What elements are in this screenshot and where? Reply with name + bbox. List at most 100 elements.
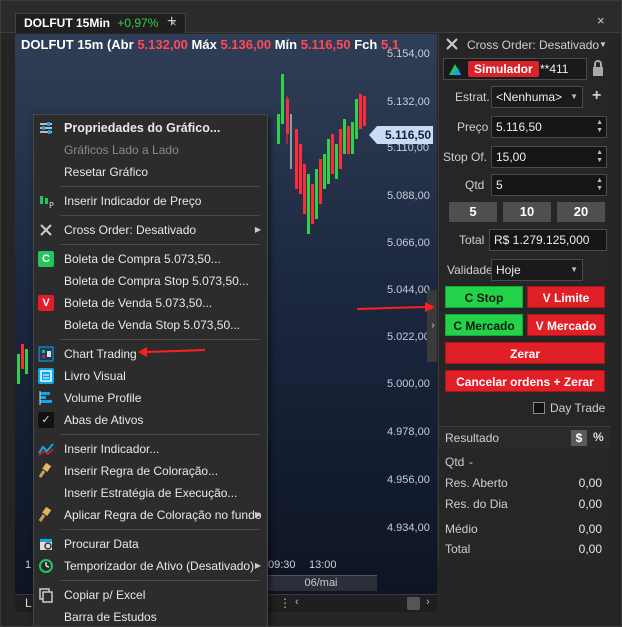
- account-id: **411: [540, 62, 569, 76]
- price-input[interactable]: 5.116,50 ▲ ▼: [491, 116, 607, 138]
- current-price-marker: 5.116,50: [369, 126, 433, 144]
- spinner-icon[interactable]: ▲ ▼: [596, 177, 603, 193]
- menu-item-sell-stop-ticket[interactable]: Boleta de Venda Stop 5.073,50...: [34, 314, 267, 336]
- quantity-input[interactable]: 5 ▲ ▼: [491, 174, 607, 196]
- chevron-down-icon[interactable]: ▼: [599, 40, 607, 49]
- chevron-left-icon[interactable]: ‹: [295, 596, 299, 608]
- menu-item-buy-stop-ticket[interactable]: Boleta de Compra Stop 5.073,50...: [34, 270, 267, 292]
- paint-bg-icon: [38, 506, 54, 523]
- timer-icon: [38, 558, 54, 574]
- candle: [323, 154, 326, 189]
- day-trade-checkbox[interactable]: [533, 402, 545, 414]
- cross-order-label: Cross Order: Desativado: [467, 38, 600, 52]
- price-label: 5.000,00: [387, 378, 430, 390]
- bottom-bar-label: L: [25, 596, 32, 610]
- paint-icon: [38, 462, 54, 479]
- total-label: Total: [459, 233, 485, 247]
- chevron-right-icon[interactable]: ›: [426, 596, 430, 608]
- menu-item-color-rule[interactable]: Inserir Regra de Coloração...: [34, 460, 267, 482]
- zerar-button[interactable]: Zerar: [445, 342, 605, 364]
- price-indicator-icon: P: [38, 193, 54, 210]
- res-aberto-label: Res. Aberto: [445, 476, 508, 490]
- menu-item-label: Boleta de Venda 5.073,50...: [64, 296, 213, 310]
- menu-separator: [60, 529, 260, 530]
- menu-item-label: Boleta de Venda Stop 5.073,50...: [64, 318, 241, 332]
- menu-item-label: Temporizador de Ativo (Desativado): [64, 559, 255, 573]
- medio-label: Médio: [445, 522, 478, 536]
- strategy-select[interactable]: <Nenhuma> ▼: [491, 86, 583, 108]
- candle: [286, 99, 289, 134]
- qtd-result-label: Qtd: [445, 455, 465, 469]
- candle: [355, 99, 358, 139]
- search-date-icon: [38, 536, 54, 552]
- menu-item-visual-book[interactable]: Livro Visual: [34, 365, 267, 387]
- context-menu: Propriedades do Gráfico... Gráficos Lado…: [33, 114, 268, 626]
- validity-select[interactable]: Hoje ▼: [491, 259, 583, 281]
- cancel-orders-zerar-button[interactable]: Cancelar ordens + Zerar: [445, 370, 605, 392]
- menu-item-search-date[interactable]: Procurar Data: [34, 533, 267, 555]
- menu-item-label: Barra de Estudos: [64, 610, 157, 624]
- more-dots-icon[interactable]: ⋮: [279, 596, 291, 610]
- v-mercado-button[interactable]: V Mercado: [527, 314, 605, 336]
- stop-offset-input[interactable]: 15,00 ▲ ▼: [491, 146, 607, 168]
- menu-item-cross-order[interactable]: Cross Order: Desativado ▶: [34, 219, 267, 241]
- qty-button-5[interactable]: 5: [449, 202, 497, 222]
- time-label: 1: [25, 559, 32, 571]
- menu-item-asset-timer[interactable]: Temporizador de Ativo (Desativado) ▶: [34, 555, 267, 577]
- percent-toggle[interactable]: %: [593, 430, 604, 444]
- lock-icon[interactable]: [591, 60, 605, 83]
- qtd-result-value: -: [469, 455, 473, 469]
- menu-item-copy-excel[interactable]: Copiar p/ Excel: [34, 584, 267, 606]
- menu-item-label: Volume Profile: [64, 391, 142, 405]
- qty-button-20[interactable]: 20: [557, 202, 605, 222]
- menu-item-buy-ticket[interactable]: C Boleta de Compra 5.073,50...: [34, 248, 267, 270]
- spinner-icon[interactable]: ▲ ▼: [596, 119, 603, 135]
- account-select[interactable]: Simulador **411: [443, 58, 587, 80]
- book-icon: [38, 368, 54, 384]
- candle: [311, 184, 314, 224]
- menu-item-insert-indicator[interactable]: Inserir Indicador...: [34, 438, 267, 460]
- tab-bar: DOLFUT 15Min +0,97% × + ×: [1, 1, 621, 33]
- v-limite-button[interactable]: V Limite: [527, 286, 605, 308]
- menu-item-label: Propriedades do Gráfico...: [64, 121, 221, 135]
- strategy-value: <Nenhuma>: [496, 90, 563, 104]
- add-strategy-icon[interactable]: +: [592, 87, 601, 105]
- chart-trading-icon: [38, 346, 54, 362]
- res-aberto-value: 0,00: [578, 476, 602, 490]
- menu-item-sell-ticket[interactable]: V Boleta de Venda 5.073,50...: [34, 292, 267, 314]
- menu-item-label: Chart Trading: [64, 347, 137, 361]
- candle: [331, 134, 334, 174]
- c-stop-button[interactable]: C Stop: [445, 286, 523, 308]
- candle: [281, 74, 284, 124]
- menu-item-price-indicator[interactable]: P Inserir Indicador de Preço: [34, 190, 267, 212]
- qty-button-10[interactable]: 10: [503, 202, 551, 222]
- spinner-icon[interactable]: ▲ ▼: [596, 149, 603, 165]
- dollar-toggle[interactable]: $: [571, 430, 587, 446]
- qtd-label: Qtd: [465, 178, 485, 192]
- menu-item-reset-chart[interactable]: Resetar Gráfico: [34, 161, 267, 183]
- add-tab-icon[interactable]: +: [167, 13, 176, 31]
- scroll-thumb[interactable]: [407, 597, 420, 610]
- menu-item-execution-strategy[interactable]: Inserir Estratégia de Execução...: [34, 482, 267, 504]
- cross-order-row[interactable]: Cross Order: Desativado ▼: [439, 34, 611, 56]
- annotation-arrow-icon: [138, 347, 206, 357]
- menu-item-side-by-side[interactable]: Gráficos Lado a Lado: [34, 139, 267, 161]
- cross-order-icon: [38, 222, 54, 238]
- results-header: Resultado $ %: [439, 426, 611, 448]
- candle: [327, 139, 330, 184]
- sell-icon: V: [38, 295, 54, 311]
- menu-item-volume-profile[interactable]: Volume Profile: [34, 387, 267, 409]
- menu-item-study-bar[interactable]: Barra de Estudos: [34, 606, 267, 626]
- submenu-arrow-icon: ▶: [254, 225, 261, 234]
- menu-item-chart-properties[interactable]: Propriedades do Gráfico...: [34, 117, 267, 139]
- time-label: 09:30: [268, 559, 296, 571]
- tab-dolfut[interactable]: DOLFUT 15Min +0,97% ×: [15, 13, 186, 33]
- window-close-icon[interactable]: ×: [597, 13, 605, 28]
- candle: [335, 144, 338, 179]
- menu-item-asset-tabs[interactable]: ✓ Abas de Ativos: [34, 409, 267, 431]
- menu-item-label: Inserir Indicador de Preço: [64, 194, 202, 208]
- price-label: 4.956,00: [387, 474, 430, 486]
- volume-profile-icon: [38, 390, 54, 406]
- menu-item-background-color-rule[interactable]: Aplicar Regra de Coloração no fundo ▶: [34, 504, 267, 526]
- c-mercado-button[interactable]: C Mercado: [445, 314, 523, 336]
